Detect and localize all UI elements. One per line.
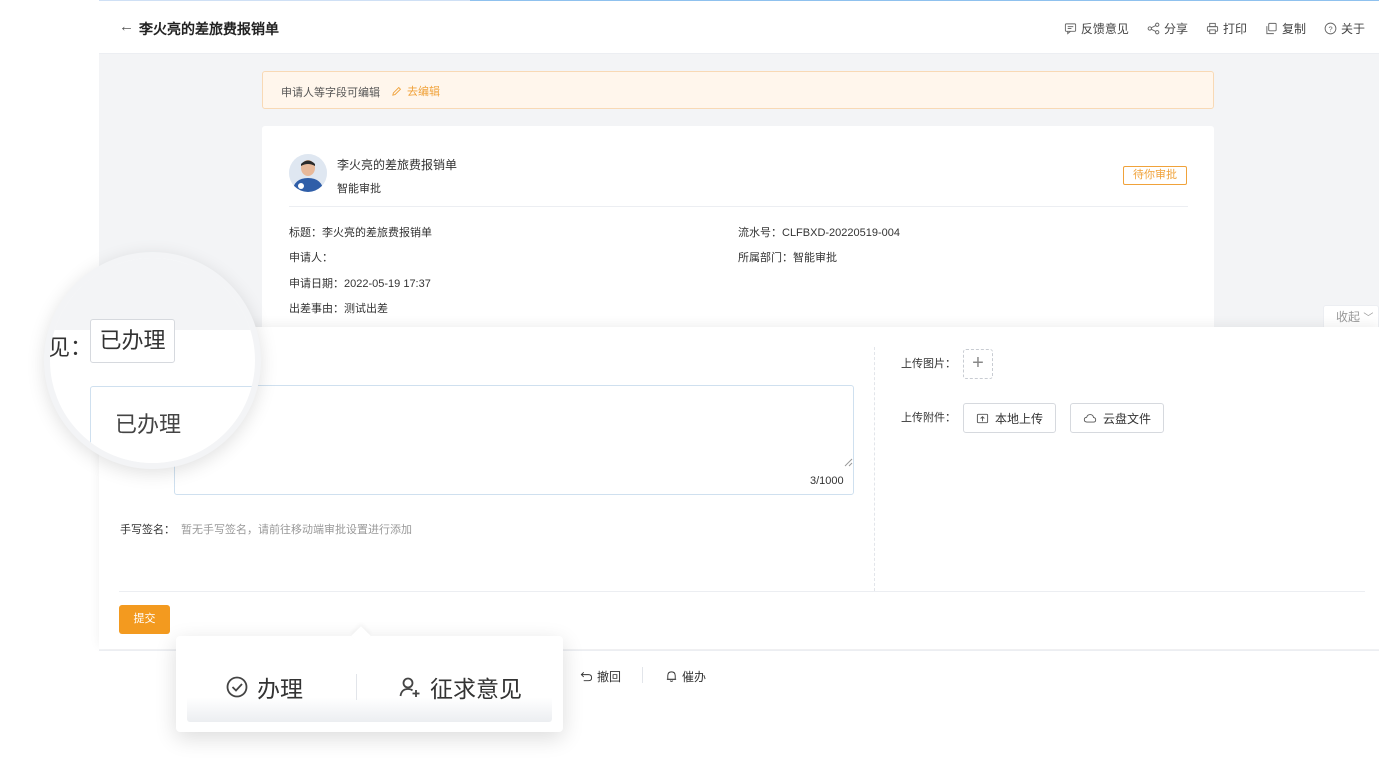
- copy-icon: [1266, 22, 1277, 35]
- about-button[interactable]: ? 关于: [1324, 20, 1365, 37]
- signature-label: 手写签名：: [120, 524, 175, 536]
- field-reason-key: 出差事由：: [289, 303, 344, 315]
- popover-content: 办理 征求意见: [187, 640, 552, 722]
- go-edit-label: 去编辑: [407, 86, 440, 98]
- cloud-file-button[interactable]: 云盘文件: [1070, 403, 1164, 433]
- editable-notice: 申请人等字段可编辑 去编辑: [262, 71, 1214, 109]
- field-title-value: 李火亮的差旅费报销单: [322, 227, 432, 239]
- pencil-icon: [392, 86, 402, 96]
- action-divider: [642, 667, 643, 683]
- field-title-key: 标题：: [289, 227, 322, 239]
- check-circle-icon: [226, 676, 248, 698]
- zoom-magnifier: 见： 已办理 已办理: [44, 252, 261, 469]
- bell-icon: [666, 671, 677, 682]
- go-edit-link[interactable]: 去编辑: [391, 83, 440, 99]
- field-dept: 所属部门：智能审批: [738, 249, 837, 265]
- copy-label: 复制: [1281, 22, 1306, 36]
- user-add-icon: [399, 677, 420, 697]
- field-reason-value: 测试出差: [344, 303, 388, 315]
- upload-image-button[interactable]: +: [963, 349, 993, 379]
- copy-button[interactable]: 复制: [1265, 20, 1306, 37]
- upload-folder-icon: [976, 413, 989, 423]
- field-date-key: 申请日期：: [289, 278, 344, 290]
- collapse-label: 收起: [1336, 310, 1361, 324]
- field-applicant: 申请人：: [289, 249, 333, 265]
- magnifier-phrase-chip[interactable]: 已办理: [90, 319, 175, 363]
- submit-button[interactable]: 提交: [119, 605, 170, 634]
- form-name: 李火亮的差旅费报销单: [337, 158, 458, 172]
- field-applicant-key: 申请人：: [289, 252, 333, 264]
- undo-icon: [580, 671, 593, 682]
- char-counter: 3/1000: [810, 475, 844, 487]
- handle-label: 办理: [257, 676, 303, 702]
- magnifier-textbox: 已办理: [90, 386, 255, 463]
- page-title: 李火亮的差旅费报销单: [139, 21, 279, 37]
- header-toolbar: 反馈意见 分享 打印 复制 ? 关于: [1064, 20, 1365, 37]
- signature-hint: 暂无手写签名，请前往移动端审批设置进行添加: [181, 524, 412, 536]
- print-label: 打印: [1222, 22, 1247, 36]
- action-popover: 办理 征求意见: [176, 626, 563, 732]
- field-date-value: 2022-05-19 17:37: [344, 278, 431, 290]
- share-label: 分享: [1163, 22, 1188, 36]
- revoke-button[interactable]: 撤回: [580, 668, 621, 685]
- status-badge: 待你审批: [1123, 166, 1187, 185]
- print-icon: [1206, 22, 1219, 35]
- field-dept-value: 智能审批: [793, 252, 837, 264]
- field-date: 申请日期：2022-05-19 17:37: [289, 275, 431, 291]
- card-divider: [289, 206, 1188, 207]
- upload-attachment-label: 上传附件：: [901, 412, 956, 424]
- field-serial-key: 流水号：: [738, 227, 782, 239]
- cloud-file-label: 云盘文件: [1103, 411, 1152, 426]
- print-button[interactable]: 打印: [1206, 20, 1247, 37]
- field-dept-key: 所属部门：: [738, 252, 793, 264]
- avatar: [289, 154, 327, 192]
- form-subtitle: 智能审批: [337, 183, 381, 195]
- page-header: ← 李火亮的差旅费报销单 反馈意见 分享 打印 复制 ? 关于: [99, 1, 1379, 54]
- share-button[interactable]: 分享: [1147, 20, 1188, 37]
- field-serial: 流水号：CLFBXD-20220519-004: [738, 224, 900, 240]
- feedback-icon: [1064, 23, 1076, 35]
- ask-opinion-label: 征求意见: [430, 676, 522, 702]
- magnifier-textbox-value: 已办理: [115, 412, 182, 437]
- resize-handle-icon[interactable]: [843, 457, 853, 467]
- handle-button[interactable]: 办理: [225, 670, 303, 704]
- revoke-label: 撤回: [597, 670, 622, 684]
- feedback-label: 反馈意见: [1080, 22, 1129, 36]
- form-summary-card: 李火亮的差旅费报销单 智能审批 待你审批 标题：李火亮的差旅费报销单 流水号：C…: [262, 126, 1214, 336]
- local-upload-button[interactable]: 本地上传: [963, 403, 1056, 433]
- urge-label: 催办: [682, 670, 707, 684]
- notice-text: 申请人等字段可编辑: [281, 87, 380, 99]
- upload-image-label: 上传图片：: [901, 358, 956, 370]
- share-icon: [1147, 22, 1160, 35]
- popover-divider: [356, 674, 357, 700]
- ask-opinion-button[interactable]: 征求意见: [398, 670, 522, 704]
- feedback-button[interactable]: 反馈意见: [1064, 20, 1129, 37]
- approval-panel: 3/1000 手写签名： 暂无手写签名，请前往移动端审批设置进行添加 上传图片：…: [99, 327, 1379, 649]
- plus-icon: +: [972, 352, 984, 374]
- urge-button[interactable]: 催办: [665, 668, 706, 685]
- local-upload-label: 本地上传: [995, 411, 1044, 426]
- opinion-textarea[interactable]: [174, 385, 854, 495]
- back-arrow-icon[interactable]: ←: [119, 18, 134, 35]
- field-serial-value: CLFBXD-20220519-004: [782, 227, 901, 239]
- chevron-down-icon: ﹀: [1363, 313, 1374, 324]
- panel-vertical-divider: [874, 347, 875, 591]
- field-reason: 出差事由：测试出差: [289, 300, 388, 316]
- cloud-icon: [1083, 413, 1097, 422]
- field-title: 标题：李火亮的差旅费报销单: [289, 224, 432, 240]
- collapse-button[interactable]: 收起 ﹀: [1323, 305, 1379, 329]
- about-label: 关于: [1340, 22, 1365, 36]
- svg-text:?: ?: [1328, 24, 1332, 33]
- panel-horizontal-divider: [119, 591, 1365, 592]
- help-icon: ?: [1324, 22, 1337, 35]
- magnifier-label: 见：: [48, 335, 93, 360]
